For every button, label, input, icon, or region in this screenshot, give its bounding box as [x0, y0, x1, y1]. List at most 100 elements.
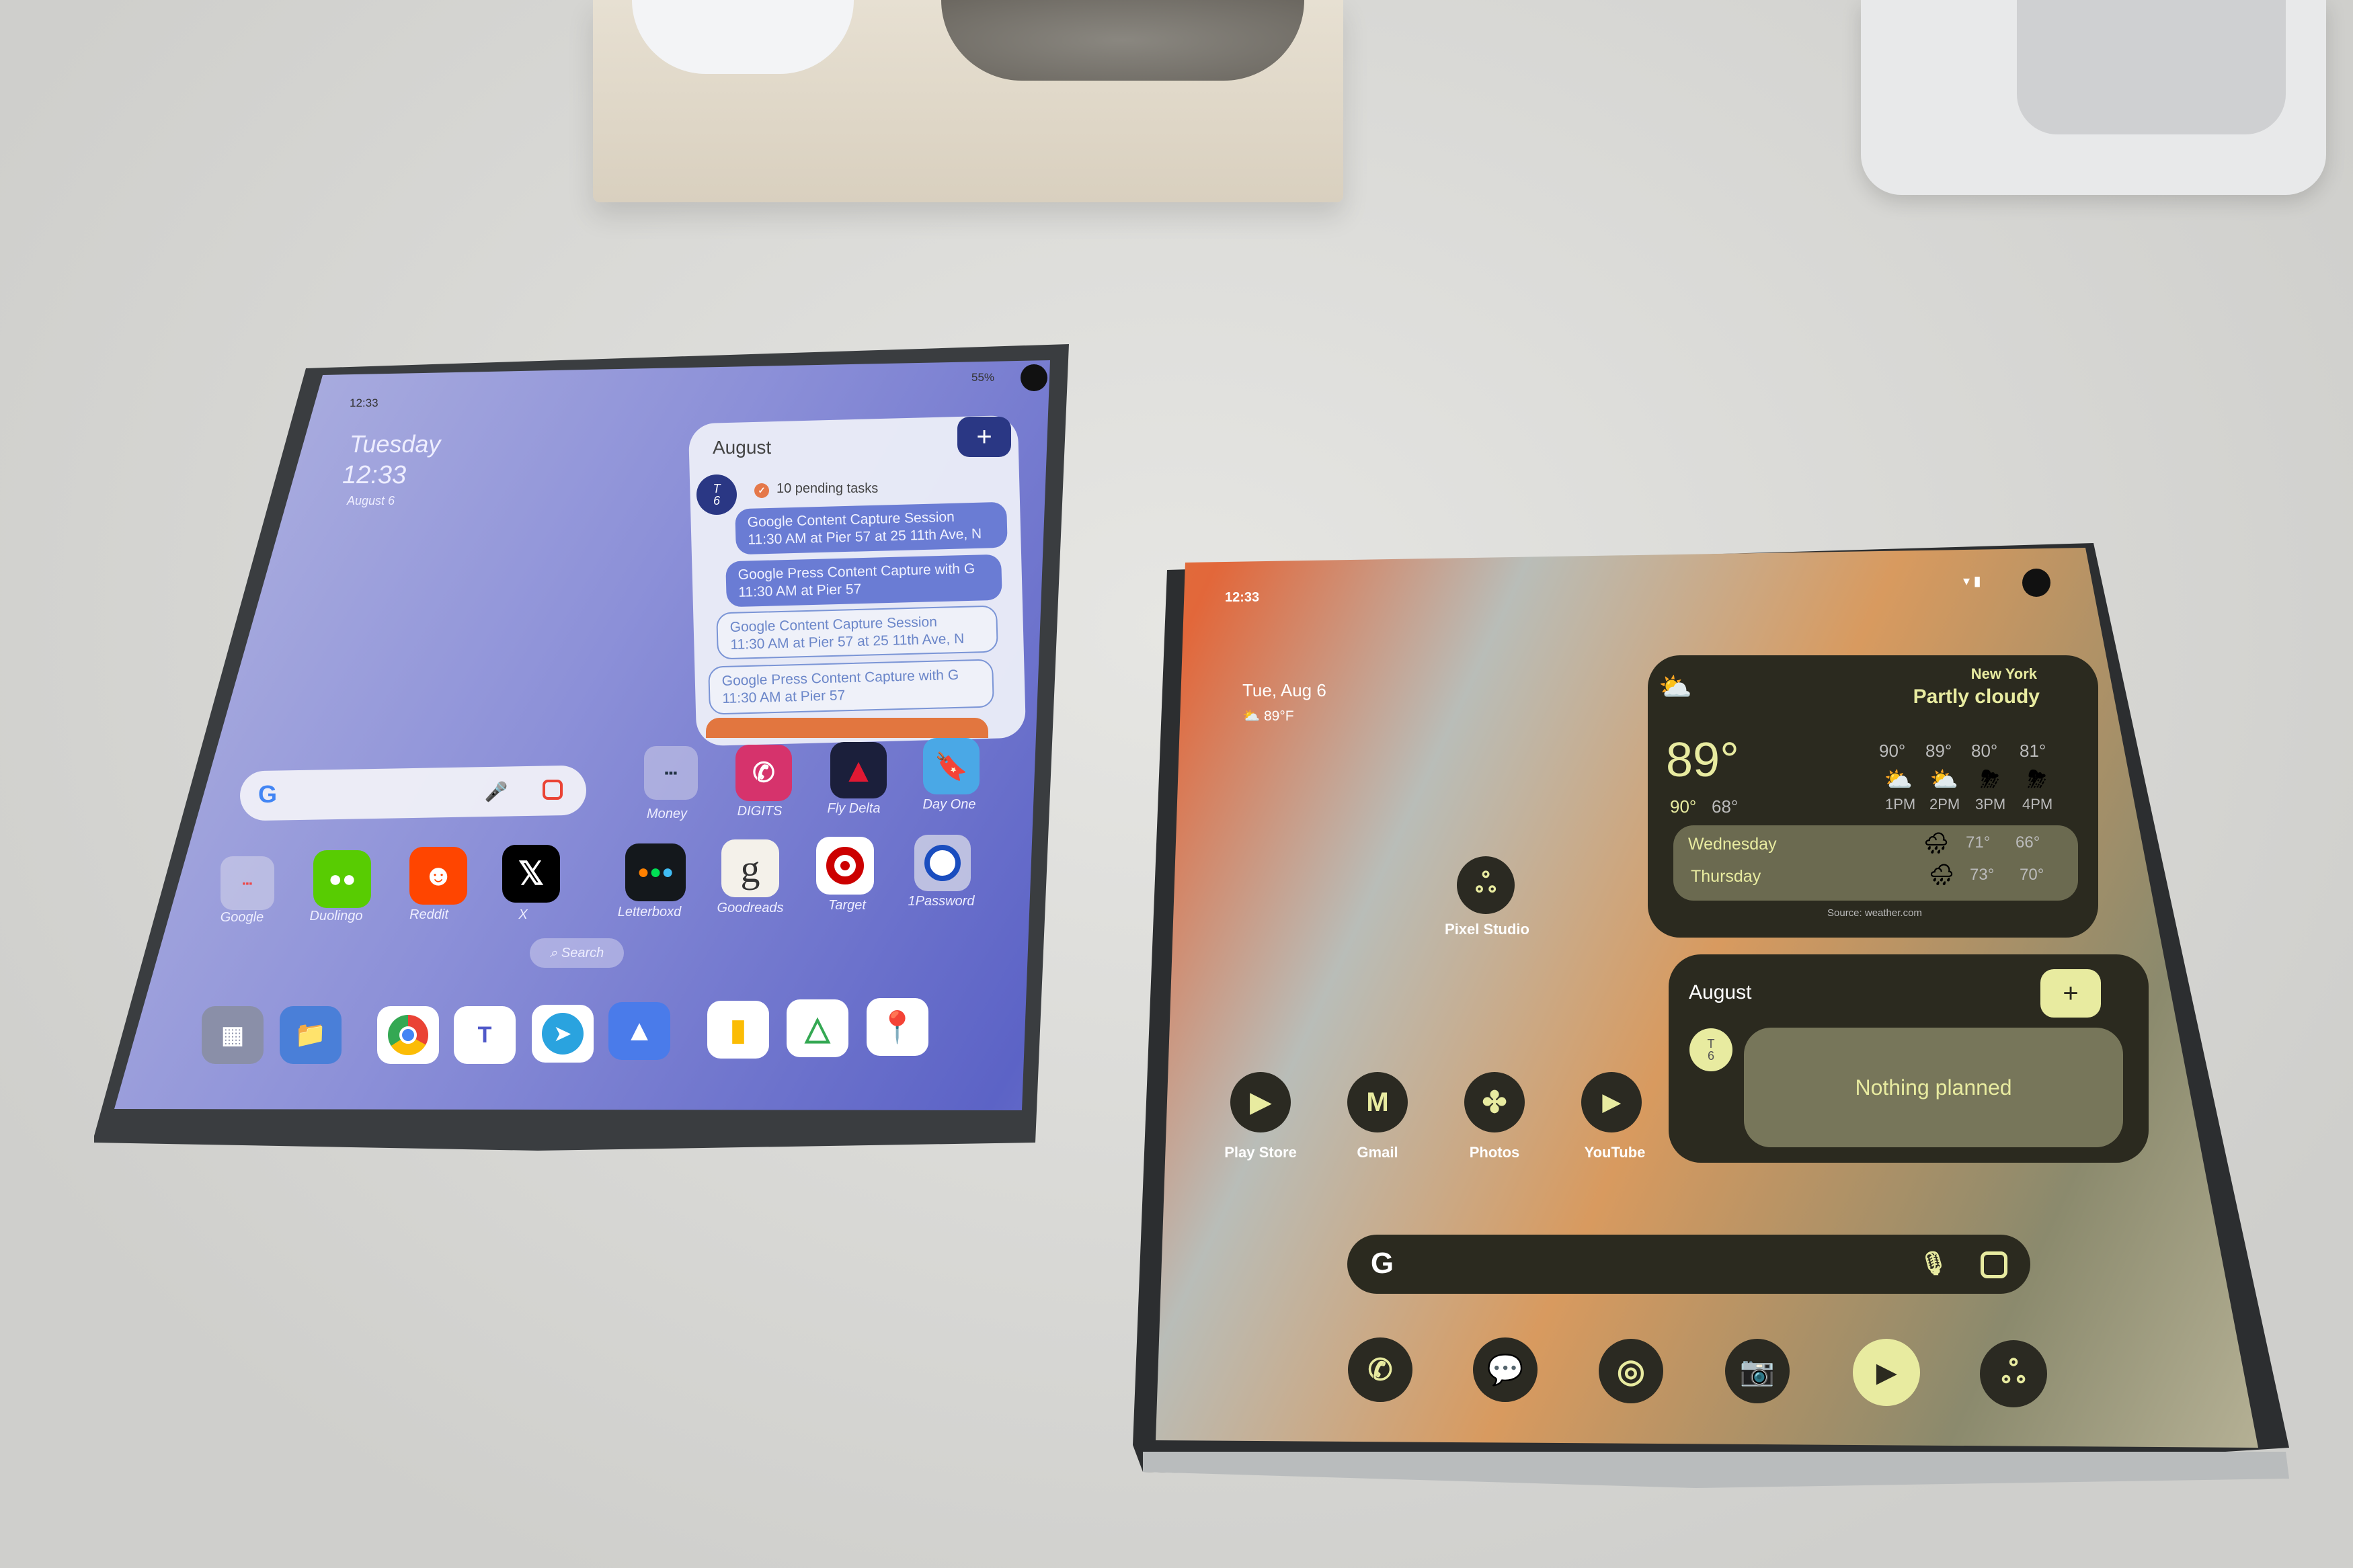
- hourly-time: 3PM: [1975, 796, 2006, 813]
- daily-high: 73°: [1970, 866, 1995, 884]
- gmail-icon[interactable]: M: [1347, 1072, 1408, 1132]
- thunderstorm-icon: ⛈: [2028, 766, 2046, 792]
- search-icon: ⌕: [549, 945, 557, 960]
- youtube-icon[interactable]: ▶: [1853, 1339, 1920, 1406]
- left-status-time: 12:33: [350, 397, 378, 409]
- google-logo-icon: G: [1370, 1247, 1394, 1280]
- glance-date[interactable]: Tue, Aug 6: [1242, 680, 1326, 701]
- left-clock-time: 12:33: [342, 461, 407, 489]
- calendar-event[interactable]: Google Content Capture Session 11:30 AM a…: [735, 501, 1008, 555]
- day-one-icon[interactable]: 🔖: [923, 738, 980, 794]
- left-calendar-add-button[interactable]: +: [957, 417, 1011, 457]
- digits-icon[interactable]: ✆: [735, 745, 792, 801]
- files-icon[interactable]: 📁: [280, 1006, 342, 1064]
- partly-cloudy-icon: ⛅: [1929, 767, 1959, 792]
- maps-icon[interactable]: 📍: [867, 998, 928, 1056]
- stone-bowl: [941, 0, 1304, 81]
- fly-delta-icon[interactable]: ▲: [830, 742, 887, 798]
- left-google-search-bar[interactable]: [239, 765, 587, 821]
- calendar-event[interactable]: Google Press Content Capture with G 11:30…: [708, 659, 994, 715]
- weather-high: 90°: [1670, 796, 1697, 817]
- wifi-battery-icons: ▾ ▮: [1963, 574, 1981, 589]
- app-label: YouTube: [1584, 1144, 1646, 1161]
- left-app-search-pill[interactable]: ⌕ Search: [530, 938, 624, 968]
- app-drawer-icon[interactable]: ▦: [202, 1006, 264, 1064]
- calendar-event[interactable]: Google Press Content Capture with G 11:30…: [725, 554, 1002, 608]
- telegram-icon[interactable]: ➤: [532, 1005, 594, 1063]
- hourly-time: 1PM: [1885, 796, 1916, 813]
- play-store-icon[interactable]: ▶: [1230, 1072, 1291, 1132]
- drive-icon[interactable]: △: [787, 999, 848, 1057]
- partly-cloudy-icon: ⛅: [1884, 767, 1913, 792]
- glance-weather[interactable]: ⛅ 89°F: [1242, 708, 1294, 725]
- nothing-planned-card[interactable]: Nothing planned: [1744, 1028, 2123, 1147]
- hourly-temp: 89°: [1925, 741, 1952, 761]
- chrome-icon[interactable]: ◎: [1599, 1339, 1663, 1403]
- hourly-temp: 90°: [1879, 741, 1906, 761]
- reddit-icon[interactable]: ☻: [409, 847, 467, 905]
- daily-low: 70°: [2020, 866, 2044, 884]
- lens-icon[interactable]: [543, 780, 563, 800]
- daily-low: 66°: [2016, 833, 2040, 852]
- weather-source[interactable]: Source: weather.com: [1827, 907, 1922, 919]
- app-label: Money: [646, 807, 688, 821]
- calendar-event[interactable]: Google Content Capture Session 11:30 AM a…: [716, 605, 998, 660]
- right-calendar-day-badge: T6: [1689, 1028, 1732, 1071]
- search-pill-label: Search: [561, 945, 604, 960]
- photos-icon[interactable]: ✤: [1464, 1072, 1525, 1132]
- phone-case-inner: [2017, 0, 2286, 134]
- left-clock-day: Tuesday: [350, 430, 441, 458]
- hourly-time: 4PM: [2022, 796, 2053, 813]
- app-label: Duolingo: [309, 909, 363, 923]
- mic-icon[interactable]: 🎤: [485, 781, 508, 803]
- daily-day: Thursday: [1691, 867, 1761, 886]
- pixel-studio-icon[interactable]: ஃ: [1457, 856, 1515, 914]
- app-label: Letterboxd: [617, 905, 682, 919]
- app-label: Google: [220, 910, 264, 925]
- glance-temp: 89°F: [1264, 708, 1294, 724]
- rain-icon: 🌧: [1923, 832, 1950, 855]
- right-calendar-month: August: [1689, 981, 1752, 1003]
- left-pending-tasks[interactable]: 10 pending tasks: [776, 481, 878, 497]
- goodreads-icon[interactable]: g: [721, 839, 779, 897]
- app-label: Gmail: [1357, 1144, 1398, 1161]
- spark-icon[interactable]: ▲: [608, 1002, 670, 1060]
- duolingo-icon[interactable]: ●●: [313, 850, 371, 908]
- app-label: Target: [828, 898, 866, 913]
- pixel-studio-icon[interactable]: ஃ: [1980, 1340, 2047, 1407]
- right-calendar-add-button[interactable]: +: [2040, 969, 2101, 1018]
- phone-icon[interactable]: ✆: [1348, 1337, 1412, 1402]
- letterboxd-icon[interactable]: ● ● ●: [625, 843, 686, 901]
- calendar-event-flight[interactable]: [706, 718, 988, 738]
- camera-icon[interactable]: 📷: [1725, 1339, 1790, 1403]
- app-label: Fly Delta: [827, 801, 881, 816]
- 1password-icon[interactable]: [914, 835, 971, 891]
- google-folder-icon[interactable]: ▪▪▪: [221, 856, 274, 910]
- day-letter: T: [713, 482, 721, 495]
- daily-day: Wednesday: [1688, 835, 1777, 854]
- google-logo-icon: G: [257, 780, 278, 808]
- money-folder-icon[interactable]: ▪▪▪: [644, 746, 698, 800]
- day-number: 6: [1707, 1049, 1714, 1063]
- keep-icon[interactable]: ▮: [707, 1001, 769, 1059]
- hourly-temp: 80°: [1971, 741, 1998, 761]
- app-label: Play Store: [1224, 1144, 1297, 1161]
- messages-icon[interactable]: 💬: [1473, 1337, 1538, 1402]
- mic-icon[interactable]: 🎙: [1919, 1250, 1948, 1277]
- x-icon[interactable]: 𝕏: [502, 845, 560, 903]
- hourly-temp: 81°: [2020, 741, 2046, 761]
- rain-icon: 🌧: [1928, 864, 1955, 886]
- app-label: 1Password: [908, 894, 975, 909]
- target-icon[interactable]: [816, 837, 874, 895]
- app-label: Photos: [1469, 1144, 1520, 1161]
- app-label: Goodreads: [717, 901, 784, 915]
- right-camera: [2022, 569, 2050, 597]
- youtube-icon[interactable]: ▶: [1581, 1072, 1642, 1132]
- left-calendar-day-badge: T6: [696, 474, 737, 515]
- lens-icon[interactable]: [1981, 1251, 2007, 1278]
- weather-city: New York: [1970, 665, 2037, 682]
- left-clock-date: August 6: [347, 494, 395, 507]
- teams-icon[interactable]: T: [454, 1006, 516, 1064]
- chrome-icon[interactable]: [377, 1006, 439, 1064]
- weather-current-temp: 89°: [1666, 733, 1739, 787]
